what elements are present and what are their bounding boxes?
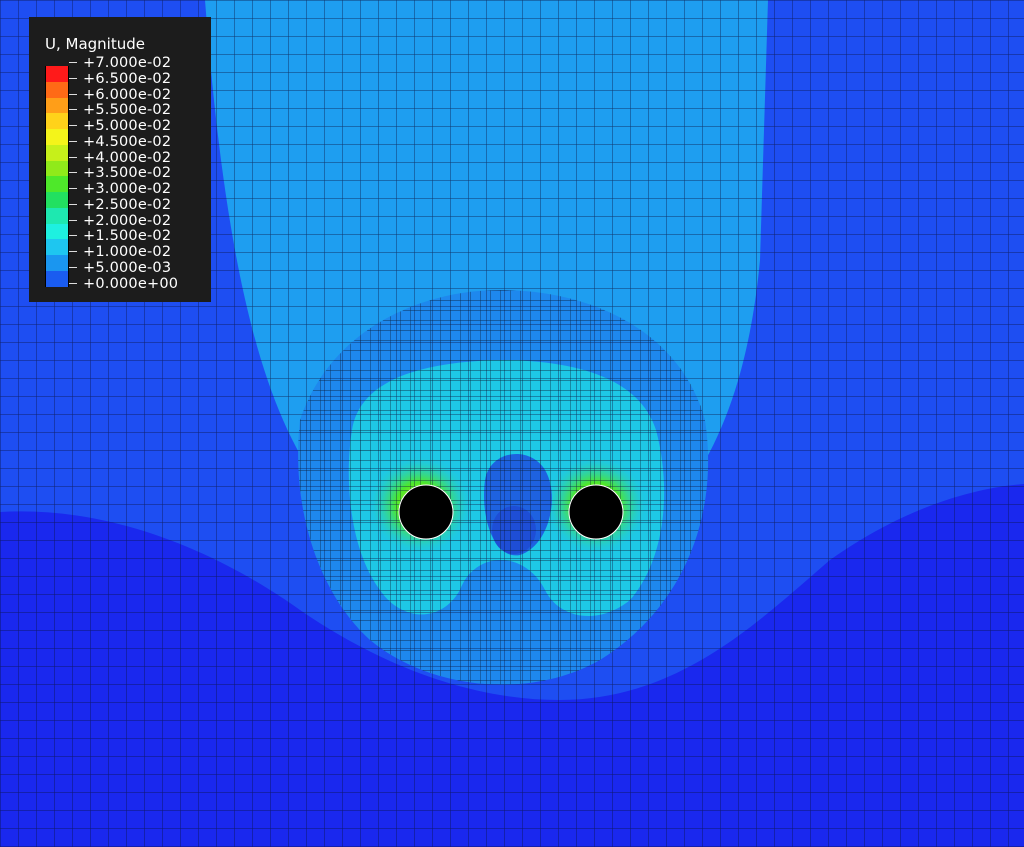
legend-swatch bbox=[45, 129, 69, 145]
legend-label: +6.000e-02 bbox=[83, 86, 172, 103]
legend-tick bbox=[69, 203, 77, 205]
legend-swatch bbox=[45, 207, 69, 224]
legend-tick bbox=[69, 219, 77, 221]
legend-swatch bbox=[45, 223, 69, 240]
legend-label: +1.500e-02 bbox=[83, 228, 172, 245]
legend-tick bbox=[69, 93, 77, 95]
left-hole bbox=[398, 484, 454, 540]
legend-label: +5.000e-03 bbox=[83, 259, 172, 276]
legend-tick bbox=[69, 188, 77, 189]
legend-label: +2.500e-02 bbox=[83, 196, 172, 213]
legend-label: +2.000e-02 bbox=[83, 212, 172, 229]
legend-swatch bbox=[45, 144, 69, 161]
contour-legend: U, Magnitude +7.000e-02 +6.500e-02 +6.000e… bbox=[29, 17, 211, 302]
legend-label: +0.000e+00 bbox=[83, 275, 179, 292]
legend-tick bbox=[69, 235, 77, 237]
legend-swatch bbox=[45, 81, 69, 98]
legend-label: +4.000e-02 bbox=[83, 149, 172, 166]
legend-tick bbox=[69, 251, 77, 252]
legend-tick bbox=[69, 266, 77, 268]
legend-label: +3.500e-02 bbox=[83, 165, 172, 182]
legend-swatch bbox=[45, 176, 69, 192]
legend-swatch bbox=[45, 239, 69, 255]
legend-swatch bbox=[45, 66, 69, 82]
legend-label: +5.500e-02 bbox=[83, 102, 172, 119]
legend-swatch bbox=[45, 160, 69, 177]
legend-label: +5.000e-02 bbox=[83, 118, 172, 134]
legend-label: +3.000e-02 bbox=[83, 181, 172, 197]
legend-tick bbox=[69, 109, 77, 111]
legend-tick bbox=[69, 140, 77, 142]
legend-swatch bbox=[45, 113, 69, 129]
legend-swatch bbox=[45, 270, 69, 287]
legend-tick bbox=[69, 77, 77, 79]
legend-swatch bbox=[45, 255, 69, 271]
legend-swatch bbox=[45, 97, 69, 114]
right-hole bbox=[568, 484, 624, 540]
legend-label: +4.500e-02 bbox=[83, 133, 172, 150]
legend-label: +7.000e-02 bbox=[83, 55, 172, 71]
legend-title: U, Magnitude bbox=[45, 35, 145, 53]
legend-tick bbox=[69, 172, 77, 174]
legend-label: +6.500e-02 bbox=[83, 70, 172, 87]
legend-swatch bbox=[45, 192, 69, 208]
legend-tick bbox=[69, 156, 77, 158]
legend-tick bbox=[69, 282, 77, 284]
legend-tick bbox=[69, 125, 77, 126]
legend-label: +1.000e-02 bbox=[83, 244, 172, 260]
legend-tick bbox=[69, 62, 77, 63]
